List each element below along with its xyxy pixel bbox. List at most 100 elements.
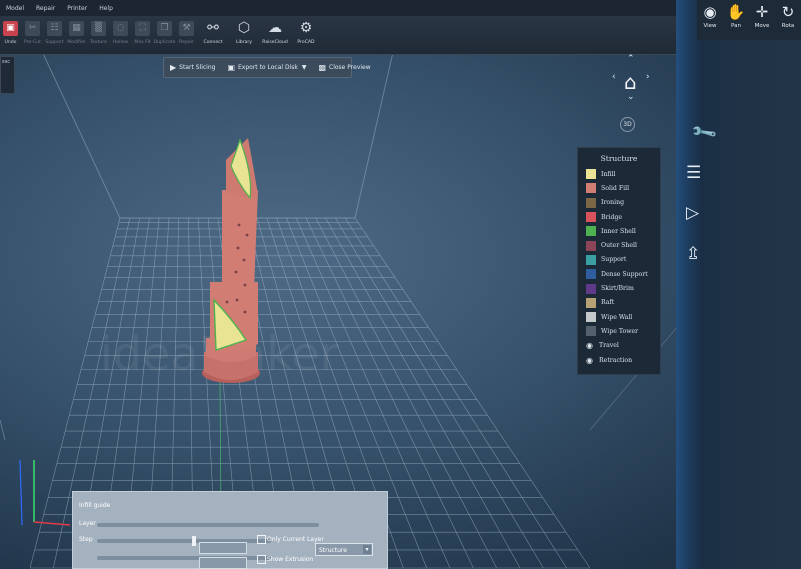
legend-item-support[interactable]: Support	[578, 253, 660, 267]
line-value-field[interactable]	[199, 557, 247, 569]
play-icon: ▶	[170, 63, 177, 72]
structure-legend: Structure Infill Solid Fill Ironing Bridge I…	[577, 147, 661, 375]
start-slicing-button[interactable]: ▶ Start Slicing	[164, 63, 221, 72]
chevron-down-icon: ▾	[363, 545, 371, 554]
legend-label: Outer Shell	[601, 242, 637, 250]
move-icon: ✛	[755, 3, 769, 21]
eye-icon[interactable]: ◉	[586, 356, 596, 365]
only-current-layer-checkbox[interactable]	[257, 535, 266, 544]
legend-item-dense-support[interactable]: Dense Support	[578, 267, 660, 281]
toolbar-button-label: ProCAD	[297, 40, 315, 45]
legend-swatch	[586, 312, 596, 323]
legend-label: Inner Shell	[601, 227, 636, 235]
legend-swatch	[586, 212, 596, 223]
play-circle-icon[interactable]: ▷	[686, 203, 699, 223]
view-mode-select[interactable]: Structure ▾	[315, 543, 373, 556]
toolbar-button-label: Undo	[4, 40, 17, 45]
toolbar-button-library[interactable]: ⬡ Library	[229, 16, 259, 54]
legend-item-travel[interactable]: ◉ Travel	[578, 339, 660, 353]
eye-icon: ◉	[703, 3, 717, 21]
legend-label: Dense Support	[601, 270, 648, 278]
toolbar-button-connect[interactable]: ⚯ Connect	[198, 16, 228, 54]
legend-label: Wipe Tower	[601, 327, 639, 335]
legend-label: Solid Fill	[601, 184, 630, 192]
legend-swatch	[586, 326, 596, 337]
preview-icon: ▩	[318, 63, 327, 72]
sliced-model[interactable]	[202, 138, 260, 383]
cloud-icon: ☁	[268, 20, 282, 36]
view-3d-button[interactable]: 3D	[620, 117, 635, 132]
view-tool-rota[interactable]: ↻ Rota	[775, 0, 801, 40]
legend-item-infill[interactable]: Infill	[578, 167, 660, 181]
toolbar-button-texture[interactable]: ▒ Texture	[88, 16, 109, 54]
step-slider-handle[interactable]	[192, 536, 196, 546]
layer-panel-title: Infill guide	[79, 502, 111, 509]
legend-label: Support	[601, 256, 627, 264]
legend-label: Retraction	[599, 356, 633, 364]
legend-swatch	[586, 226, 596, 237]
upload-icon[interactable]: ⇫	[686, 244, 700, 264]
home-icon[interactable]: ⌂	[624, 70, 637, 94]
duplicate-icon: ❐	[157, 21, 172, 36]
toolbar-button-duplicate[interactable]: ❐ Duplicate	[154, 16, 175, 54]
toolbar-button-procad[interactable]: ⚙ ProCAD	[291, 16, 321, 54]
chevron-right-icon[interactable]: ›	[646, 72, 650, 82]
close-preview-button[interactable]: ▩ Close Preview	[312, 63, 376, 72]
legend-swatch	[586, 254, 596, 265]
dropdown-arrow-icon[interactable]: ▼	[302, 64, 307, 71]
toolbar-button-raisecloud[interactable]: ☁ RaiseCloud	[260, 16, 290, 54]
toolbar-button-modifier[interactable]: ▦ Modifier	[66, 16, 87, 54]
eye-icon[interactable]: ◉	[586, 341, 596, 350]
legend-label: Bridge	[601, 213, 623, 221]
toolbar-button-hollow[interactable]: ◌ Hollow	[110, 16, 131, 54]
repair-icon: ⚒	[179, 21, 194, 36]
show-extrusion-checkbox[interactable]	[257, 555, 266, 564]
left-panel-stub[interactable]: ssc	[0, 56, 15, 94]
toolbar-button-label: Duplicate	[153, 40, 176, 45]
legend-item-raft[interactable]: Raft	[578, 296, 660, 310]
view-tool-move[interactable]: ✛ Move	[749, 0, 775, 40]
legend-swatch	[586, 269, 596, 280]
view-navigator: ⌃ ⌄ ‹ › ⌂ 3D	[606, 44, 658, 140]
close-preview-label: Close Preview	[329, 64, 371, 71]
menu-item[interactable]: Model	[0, 5, 30, 12]
toolbar-button-label: RaiseCloud	[262, 40, 288, 45]
legend-item-retraction[interactable]: ◉ Retraction	[578, 353, 660, 367]
menu-item[interactable]: Help	[93, 5, 119, 12]
legend-title: Structure	[600, 154, 638, 163]
legend-item-wipe-wall[interactable]: Wipe Wall	[578, 310, 660, 324]
toolbar-button-max-fit[interactable]: ⛶ Max Fit	[132, 16, 153, 54]
library-icon: ⬡	[237, 20, 251, 36]
legend-label: Infill	[601, 170, 616, 178]
view-tool-view[interactable]: ◉ View	[697, 0, 723, 40]
view-tool-label: View	[703, 23, 717, 29]
legend-item-wipe-tower[interactable]: Wipe Tower	[578, 324, 660, 338]
chevron-left-icon[interactable]: ‹	[612, 72, 616, 82]
legend-item-bridge[interactable]: Bridge	[578, 210, 660, 224]
export-local-disk-button[interactable]: ▣ Export to Local Disk ▼	[221, 63, 312, 72]
legend-item-ironing[interactable]: Ironing	[578, 196, 660, 210]
legend-item-inner-shell[interactable]: Inner Shell	[578, 224, 660, 238]
chevron-up-icon[interactable]: ⌃	[627, 54, 635, 64]
menu-item[interactable]: Repair	[30, 5, 61, 12]
only-current-layer-label: Only Current Layer	[267, 536, 324, 543]
toolbar-button-label: Modifier	[67, 40, 86, 45]
view-tool-label: Rota	[781, 23, 795, 29]
toolbar-button-repair[interactable]: ⚒ Repair	[176, 16, 197, 54]
legend-item-outer-shell[interactable]: Outer Shell	[578, 238, 660, 252]
list-icon[interactable]: ☰	[686, 163, 701, 183]
layer-slider[interactable]	[97, 523, 319, 527]
view-tool-label: Pan	[731, 23, 741, 29]
support-icon: ☷	[47, 21, 62, 36]
toolbar-button-undo[interactable]: ▣ Undo	[0, 16, 21, 54]
toolbar-button-pre-cut[interactable]: ✂ Pre-Cut	[22, 16, 43, 54]
toolbar-button-support[interactable]: ☷ Support	[44, 16, 65, 54]
legend-item-solid-fill[interactable]: Solid Fill	[578, 181, 660, 195]
legend-item-skirt-brim[interactable]: Skirt/Brim	[578, 281, 660, 295]
connect-icon: ⚯	[207, 20, 219, 36]
menu-item[interactable]: Printer	[61, 5, 93, 12]
view-tool-pan[interactable]: ✋ Pan	[723, 0, 749, 40]
step-value-field[interactable]	[199, 542, 247, 554]
legend-swatch	[586, 183, 596, 194]
show-extrusion-label: Show Extrusion	[267, 556, 314, 563]
